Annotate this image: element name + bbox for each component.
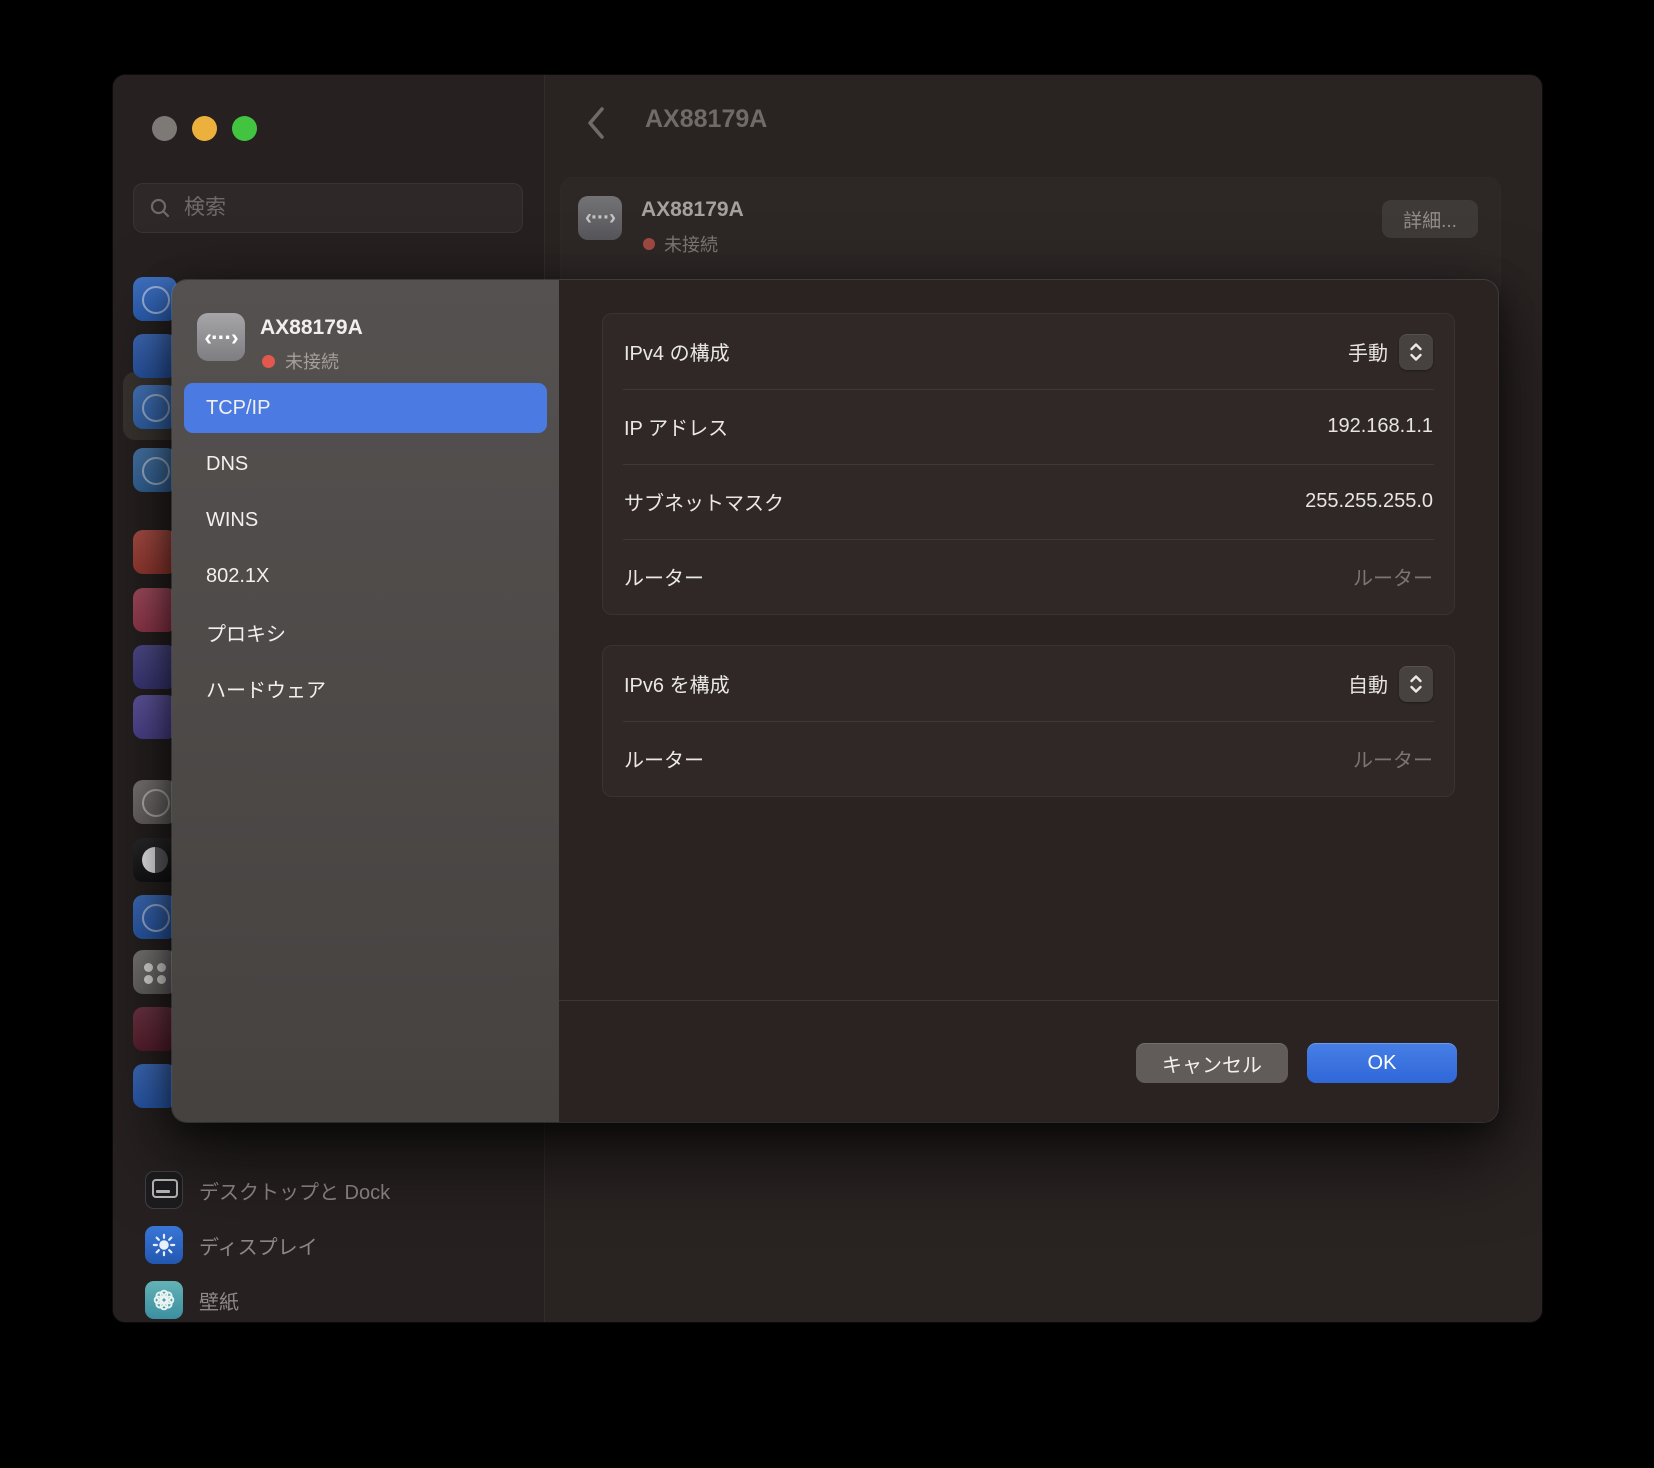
sidebar-item-network-icon[interactable] bbox=[133, 385, 177, 429]
status-dot-icon bbox=[643, 238, 655, 250]
ethernet-adapter-icon: ‹···› bbox=[197, 313, 245, 361]
sidebar-item-notifications-icon[interactable] bbox=[133, 530, 177, 574]
ip-address-field[interactable]: 192.168.1.1 bbox=[1327, 415, 1433, 438]
status-text: 未接続 bbox=[664, 231, 718, 257]
tab-proxy[interactable]: プロキシ bbox=[184, 607, 547, 657]
sidebar-item-label: ディスプレイ bbox=[199, 1231, 318, 1260]
sidebar-item-sound-icon[interactable] bbox=[133, 588, 177, 632]
back-button[interactable] bbox=[578, 103, 614, 143]
sidebar-item-accessibility-icon[interactable] bbox=[133, 895, 177, 939]
ethernet-adapter-icon: ‹···› bbox=[578, 196, 622, 240]
sidebar-item-label: デスクトップと Dock bbox=[199, 1176, 390, 1205]
details-button[interactable]: 詳細... bbox=[1382, 200, 1478, 238]
sidebar-item-desktop-dock[interactable]: デスクトップと Dock bbox=[131, 1165, 526, 1215]
sidebar-item-general-icon[interactable] bbox=[133, 780, 177, 824]
cancel-button[interactable]: キャンセル bbox=[1136, 1043, 1288, 1083]
sidebar-item-displays[interactable]: ディスプレイ bbox=[131, 1220, 526, 1270]
tab-wins[interactable]: WINS bbox=[184, 495, 547, 545]
search-icon bbox=[149, 197, 171, 219]
sheet-tab-list: TCP/IP DNS WINS 802.1X プロキシ ハードウェア bbox=[184, 383, 547, 719]
up-down-chevrons-icon bbox=[1409, 674, 1423, 694]
sidebar-item-privacy-icon[interactable] bbox=[133, 1064, 177, 1108]
row-label: IP アドレス bbox=[624, 412, 728, 441]
display-icon bbox=[145, 1226, 183, 1264]
chevron-left-icon bbox=[586, 106, 606, 140]
status-dot-icon bbox=[262, 355, 275, 368]
ipv6-configure-popup-button[interactable] bbox=[1399, 666, 1433, 702]
row-label: サブネットマスク bbox=[624, 487, 784, 516]
footer-divider bbox=[559, 1000, 1498, 1001]
row-label: IPv4 の構成 bbox=[624, 337, 730, 366]
traffic-lights bbox=[152, 116, 257, 141]
sheet-sidebar: ‹···› AX88179A 未接続 TCP/IP DNS WINS 802.1… bbox=[172, 280, 559, 1122]
sheet-device-status: 未接続 bbox=[262, 348, 339, 374]
wallpaper-icon bbox=[145, 1281, 183, 1319]
subnet-mask-row: サブネットマスク 255.255.255.0 bbox=[603, 464, 1454, 539]
minimize-window-button[interactable] bbox=[192, 116, 217, 141]
tab-dns[interactable]: DNS bbox=[184, 439, 547, 489]
sidebar-item-wallpaper[interactable]: 壁紙 bbox=[131, 1275, 526, 1322]
row-label: ルーター bbox=[624, 744, 704, 773]
page-title: AX88179A bbox=[645, 105, 767, 134]
sidebar-item-bluetooth-icon[interactable] bbox=[133, 334, 177, 378]
ipv6-router-field[interactable]: ルーター bbox=[1353, 744, 1433, 773]
status-text: 未接続 bbox=[285, 348, 339, 374]
ok-button[interactable]: OK bbox=[1307, 1043, 1457, 1083]
up-down-chevrons-icon bbox=[1409, 342, 1423, 362]
ipv4-configure-popup-button[interactable] bbox=[1399, 334, 1433, 370]
device-name: AX88179A bbox=[641, 198, 744, 222]
search-input[interactable] bbox=[182, 195, 507, 221]
sheet-device-name: AX88179A bbox=[260, 316, 363, 340]
tab-hardware[interactable]: ハードウェア bbox=[184, 663, 547, 713]
sidebar-item-wifi-icon[interactable] bbox=[133, 277, 177, 321]
ipv4-router-field[interactable]: ルーター bbox=[1353, 562, 1433, 591]
close-window-button[interactable] bbox=[152, 116, 177, 141]
tab-tcpip[interactable]: TCP/IP bbox=[184, 383, 547, 433]
ipv4-settings-group: IPv4 の構成 手動 IP アドレス 192.168.1.1 サブネットマスク bbox=[602, 313, 1455, 615]
sidebar-item-vpn-icon[interactable] bbox=[133, 448, 177, 492]
sheet-content: IPv4 の構成 手動 IP アドレス 192.168.1.1 サブネットマスク bbox=[559, 280, 1498, 1122]
ipv6-router-row: ルーター ルーター bbox=[603, 721, 1454, 796]
sidebar-item-screen-time-icon[interactable] bbox=[133, 695, 177, 739]
sidebar-item-focus-icon[interactable] bbox=[133, 645, 177, 689]
ipv4-configure-value[interactable]: 手動 bbox=[1348, 337, 1388, 366]
device-status: 未接続 bbox=[643, 231, 718, 257]
ipv6-configure-value[interactable]: 自動 bbox=[1348, 669, 1388, 698]
sidebar-item-control-center-icon[interactable] bbox=[133, 950, 177, 994]
ipv6-settings-group: IPv6 を構成 自動 ルーター ルーター bbox=[602, 645, 1455, 797]
ipv4-router-row: ルーター ルーター bbox=[603, 539, 1454, 614]
sidebar-item-siri-icon[interactable] bbox=[133, 1007, 177, 1051]
zoom-window-button[interactable] bbox=[232, 116, 257, 141]
ip-address-row: IP アドレス 192.168.1.1 bbox=[603, 389, 1454, 464]
row-label: ルーター bbox=[624, 562, 704, 591]
desktop: デスクトップと Dock ディスプレイ bbox=[0, 0, 1654, 1468]
ipv4-configure-row: IPv4 の構成 手動 bbox=[603, 314, 1454, 389]
subnet-mask-field[interactable]: 255.255.255.0 bbox=[1305, 490, 1433, 513]
sidebar-item-appearance-icon[interactable] bbox=[133, 838, 177, 882]
ipv6-configure-row: IPv6 を構成 自動 bbox=[603, 646, 1454, 721]
desktop-dock-icon bbox=[145, 1171, 183, 1209]
sidebar-item-label: 壁紙 bbox=[199, 1286, 239, 1315]
row-label: IPv6 を構成 bbox=[624, 669, 730, 698]
tab-8021x[interactable]: 802.1X bbox=[184, 551, 547, 601]
tcpip-settings-sheet: ‹···› AX88179A 未接続 TCP/IP DNS WINS 802.1… bbox=[172, 280, 1498, 1122]
sidebar-search-field[interactable] bbox=[133, 183, 523, 233]
